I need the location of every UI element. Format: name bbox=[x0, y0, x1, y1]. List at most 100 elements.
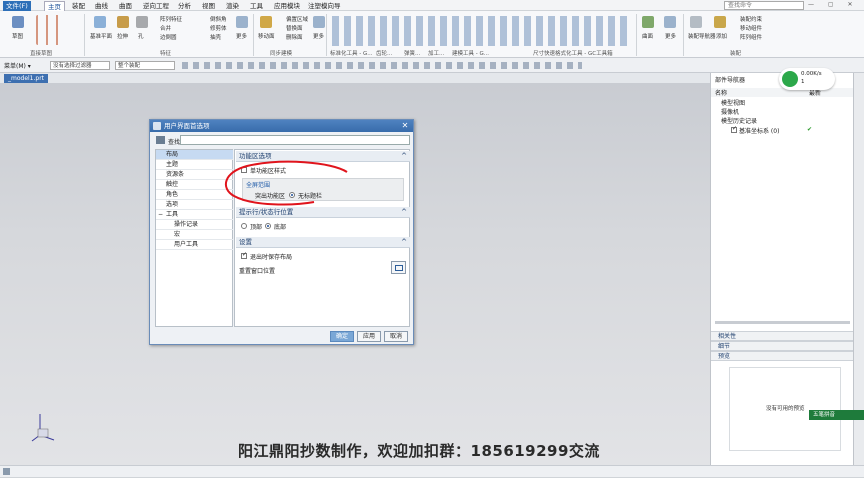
document-tab-row: _model1.prt bbox=[0, 73, 710, 83]
ribbon-label-delete-face[interactable]: 删除面 bbox=[286, 33, 303, 41]
extrude-icon[interactable] bbox=[117, 16, 129, 28]
prompt-line bbox=[0, 477, 864, 486]
top-label: 顶部 bbox=[250, 224, 263, 231]
window-icon bbox=[395, 265, 403, 271]
menu-file[interactable]: 文件(F) bbox=[3, 1, 31, 11]
ribbon-label-move-component[interactable]: 移动组件 bbox=[740, 24, 762, 32]
surface-icon[interactable] bbox=[642, 16, 654, 28]
check-icon: ✔ bbox=[807, 126, 813, 133]
move-face-icon[interactable] bbox=[260, 16, 272, 28]
close-icon[interactable]: ✕ bbox=[400, 121, 410, 131]
group-label-sync: 同步建模 bbox=[270, 51, 293, 57]
menu-assembly[interactable]: 装配 bbox=[69, 1, 88, 11]
dialog-gear-icon bbox=[153, 122, 161, 130]
column-name[interactable]: 名称 bbox=[715, 90, 727, 97]
ime-badge[interactable]: 五笔拼音 bbox=[809, 410, 864, 420]
filter-select[interactable]: 没有选择过滤器 bbox=[50, 61, 110, 70]
more-sync-icon[interactable] bbox=[313, 16, 325, 28]
nav-item-label: 模型历史记录 bbox=[721, 118, 758, 125]
menu-analysis[interactable]: 分析 bbox=[175, 1, 194, 11]
command-search-input[interactable]: 查找命令 bbox=[724, 1, 804, 10]
gc-toolbox-icons[interactable] bbox=[332, 16, 632, 46]
window-controls[interactable]: — ▢ ✕ bbox=[808, 1, 862, 10]
menu-curve[interactable]: 曲线 bbox=[92, 1, 111, 11]
nav-item-cameras[interactable]: 摄像机 bbox=[711, 107, 854, 116]
tree-item-layout[interactable]: 布局 bbox=[156, 150, 233, 160]
coordinate-triad-icon bbox=[31, 414, 55, 442]
chevron-up-icon[interactable]: ^ bbox=[401, 151, 407, 162]
separator bbox=[84, 14, 85, 56]
nav-item-model-history[interactable]: 模型历史记录 bbox=[711, 116, 854, 125]
menu-home[interactable]: 主页 bbox=[44, 1, 65, 11]
collapse-icon[interactable]: − bbox=[158, 211, 163, 218]
tree-item-user-tools[interactable]: 用户工具 bbox=[156, 240, 233, 250]
find-input[interactable] bbox=[180, 135, 410, 145]
ribbon-label-pattern[interactable]: 阵列特征 bbox=[160, 15, 182, 23]
section-dependencies[interactable]: 相关性 bbox=[711, 331, 854, 341]
ribbon-label-pattern-component[interactable]: 阵列组件 bbox=[740, 33, 762, 41]
ok-button[interactable]: 确定 bbox=[330, 331, 354, 342]
ribbon-label-shell[interactable]: 抽壳 bbox=[210, 33, 221, 41]
menu-tools[interactable]: 工具 bbox=[247, 1, 266, 11]
menu-surface[interactable]: 曲面 bbox=[116, 1, 135, 11]
watermark-text: 阳江鼎阳抄数制作，欢迎加扣群：185619299交流 bbox=[238, 442, 600, 460]
chevron-up-icon[interactable]: ^ bbox=[401, 207, 407, 218]
ribbon-label-blend[interactable]: 边倒圆 bbox=[160, 33, 177, 41]
separator bbox=[683, 14, 684, 56]
section-title: 设置 bbox=[239, 238, 252, 246]
datum-checkbox[interactable] bbox=[731, 125, 737, 133]
tree-item-macro[interactable]: 宏 bbox=[156, 230, 233, 240]
apply-button[interactable]: 应用 bbox=[357, 331, 381, 342]
section-preview[interactable]: 预览 bbox=[711, 351, 854, 361]
menu-view[interactable]: 视图 bbox=[199, 1, 218, 11]
menu-render[interactable]: 渲染 bbox=[223, 1, 242, 11]
annotation-circle bbox=[224, 160, 348, 206]
nav-item-datum-csys[interactable]: 基准坐标系 (0) ✔ bbox=[711, 125, 854, 135]
sketch-icon[interactable] bbox=[12, 16, 24, 28]
nav-item-label: 摄像机 bbox=[721, 109, 740, 116]
assembly-select[interactable]: 整个装配 bbox=[115, 61, 175, 70]
menu-reverse[interactable]: 逆向工程 bbox=[140, 1, 172, 11]
horizontal-scrollbar[interactable] bbox=[715, 321, 850, 324]
cancel-button[interactable]: 取消 bbox=[384, 331, 408, 342]
bottom-radio[interactable] bbox=[265, 223, 271, 229]
save-layout-checkbox[interactable] bbox=[241, 251, 247, 259]
datum-plane-icon[interactable] bbox=[94, 16, 106, 28]
ribbon-label-unite[interactable]: 合并 bbox=[160, 24, 171, 32]
chevron-up-icon[interactable]: ^ bbox=[401, 237, 407, 248]
column-header: 名称 最新 bbox=[711, 88, 854, 97]
more-surface-icon[interactable] bbox=[664, 16, 676, 28]
snap-toolbar-icons[interactable] bbox=[182, 62, 582, 69]
nav-item-model-views[interactable]: 模型视图 bbox=[711, 98, 854, 107]
dialog-title[interactable]: 用户界面首选项 bbox=[150, 120, 413, 132]
model-tab[interactable]: _model1.prt bbox=[4, 74, 49, 83]
top-radio[interactable] bbox=[241, 223, 247, 229]
ribbon-label-sketch: 草图 bbox=[12, 34, 24, 40]
assembly-nav-icon[interactable] bbox=[690, 16, 702, 28]
curve-tools-icon[interactable] bbox=[36, 15, 66, 45]
section-details[interactable]: 细节 bbox=[711, 341, 854, 351]
menu-dropdown[interactable]: 菜单(M) ▾ bbox=[4, 61, 31, 70]
hole-icon[interactable] bbox=[136, 16, 148, 28]
selection-toolbar: 菜单(M) ▾ 没有选择过滤器 整个装配 bbox=[0, 58, 864, 73]
ribbon-label-trim-body[interactable]: 修剪体 bbox=[210, 24, 227, 32]
more-features-icon[interactable] bbox=[236, 16, 248, 28]
reset-window-button[interactable] bbox=[391, 261, 406, 274]
add-component-icon[interactable] bbox=[714, 16, 726, 28]
resource-bar[interactable] bbox=[853, 73, 864, 465]
tree-item-journal[interactable]: 操作记录 bbox=[156, 220, 233, 230]
group-label-gear: 齿轮... bbox=[376, 51, 393, 57]
menu-mold[interactable]: 注塑模向导 bbox=[305, 1, 344, 11]
ribbon-label-assembly-constraint[interactable]: 装配约束 bbox=[740, 15, 762, 23]
ribbon-label-replace-face[interactable]: 替换面 bbox=[286, 24, 303, 32]
section-settings[interactable]: 设置 ^ bbox=[236, 237, 410, 248]
group-label-feature: 特征 bbox=[160, 51, 172, 57]
ribbon-label-chamfer[interactable]: 倒斜角 bbox=[210, 15, 227, 23]
ribbon-label-hole: 孔 bbox=[138, 34, 144, 40]
section-prompt-status[interactable]: 提示行/状态行位置 ^ bbox=[236, 207, 410, 218]
tree-item-tools[interactable]: 工具 bbox=[156, 210, 233, 220]
preview-empty-text: 没有可用的预览 bbox=[766, 406, 805, 412]
menu-apps[interactable]: 应用模块 bbox=[271, 1, 303, 11]
ribbon-label-offset-region[interactable]: 偏置区域 bbox=[286, 15, 308, 23]
group-label-direct-sketch: 直接草图 bbox=[30, 51, 53, 57]
